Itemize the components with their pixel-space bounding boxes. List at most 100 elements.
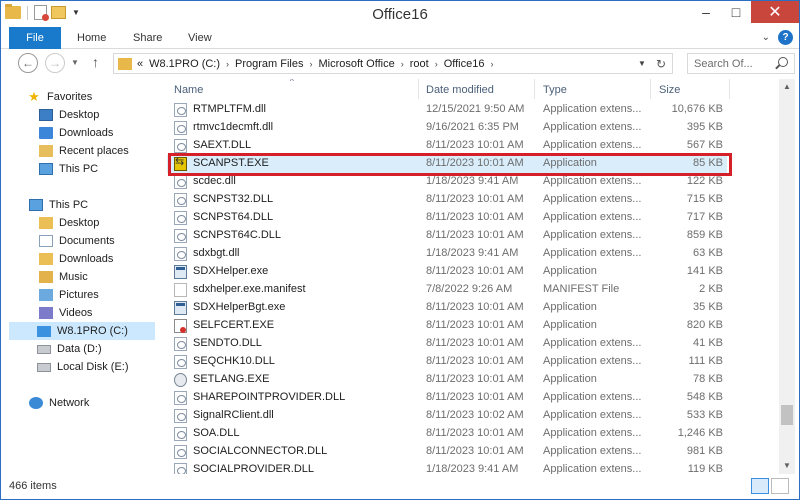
- scroll-up-icon[interactable]: ▲: [779, 79, 795, 95]
- address-dropdown-icon[interactable]: ▼: [638, 59, 646, 68]
- breadcrumb-separator-icon[interactable]: ›: [490, 59, 493, 69]
- column-divider[interactable]: [650, 79, 651, 99]
- file-row[interactable]: SHAREPOINTPROVIDER.DLL 8/11/2023 10:01 AM…: [167, 389, 727, 407]
- search-icon[interactable]: [778, 57, 788, 67]
- large-icons-view-icon[interactable]: [771, 478, 789, 494]
- file-row[interactable]: SCNPST64C.DLL 8/11/2023 10:01 AM Applicati…: [167, 227, 727, 245]
- tab-home[interactable]: Home: [77, 27, 106, 49]
- column-divider[interactable]: [729, 79, 730, 99]
- scroll-down-icon[interactable]: ▼: [779, 458, 795, 474]
- breadcrumb-drive[interactable]: W8.1PRO (C:): [149, 58, 220, 70]
- nav-videos[interactable]: Videos: [39, 304, 92, 322]
- file-name: SELFCERT.EXE: [193, 319, 275, 331]
- file-size: 35 KB: [693, 301, 723, 313]
- breadcrumb-office16[interactable]: Office16: [444, 58, 485, 70]
- nav-drive-c[interactable]: W8.1PRO (C:): [9, 322, 155, 340]
- file-row[interactable]: SEQCHK10.DLL 8/11/2023 10:01 AM Applicatio…: [167, 353, 727, 371]
- forward-button[interactable]: →: [45, 53, 65, 73]
- file-size: 119 KB: [687, 463, 723, 474]
- column-type[interactable]: Type: [543, 84, 567, 96]
- file-row[interactable]: SDXHelper.exe 8/11/2023 10:01 AM Applicati…: [167, 263, 727, 281]
- dll-file-icon: [174, 193, 187, 207]
- file-row[interactable]: SOA.DLL 8/11/2023 10:01 AM Application ext…: [167, 425, 727, 443]
- nav-drive-d[interactable]: Data (D:): [37, 340, 102, 358]
- file-row[interactable]: SENDTO.DLL 8/11/2023 10:01 AM Application …: [167, 335, 727, 353]
- file-row[interactable]: rtmvc1decmft.dll 9/16/2021 6:35 PM Applica…: [167, 119, 727, 137]
- tab-file[interactable]: File: [9, 27, 61, 49]
- dll-file-icon: [174, 229, 187, 243]
- nav-favorites-desktop[interactable]: Desktop: [39, 106, 99, 124]
- tab-share[interactable]: Share: [133, 27, 162, 49]
- file-date-modified: 8/11/2023 10:01 AM: [426, 193, 524, 205]
- breadcrumb-program-files[interactable]: Program Files: [235, 58, 303, 70]
- tab-view[interactable]: View: [188, 27, 212, 49]
- nav-desktop[interactable]: Desktop: [39, 214, 99, 232]
- file-date-modified: 8/11/2023 10:01 AM: [426, 229, 524, 241]
- column-date-modified[interactable]: Date modified: [426, 84, 494, 96]
- file-size: 141 KB: [686, 265, 723, 277]
- file-name: RTMPLTFM.dll: [193, 103, 266, 115]
- file-name: SOA.DLL: [193, 427, 240, 439]
- file-name: SETLANG.EXE: [193, 373, 270, 385]
- nav-documents[interactable]: Documents: [39, 232, 115, 250]
- help-icon[interactable]: ?: [778, 30, 793, 45]
- back-button[interactable]: ←: [18, 53, 38, 73]
- dll-file-icon: [174, 121, 187, 135]
- refresh-icon[interactable]: ↻: [656, 57, 666, 71]
- drive-icon: [37, 362, 51, 372]
- scroll-thumb[interactable]: [781, 405, 793, 425]
- dll-file-icon: [174, 391, 187, 405]
- file-row[interactable]: SETLANG.EXE 8/11/2023 10:01 AM Application…: [167, 371, 727, 389]
- file-type: MANIFEST File: [543, 283, 620, 295]
- recent-locations-dropdown-icon[interactable]: ▼: [71, 58, 79, 67]
- column-size[interactable]: Size: [659, 84, 680, 96]
- breadcrumb-overflow[interactable]: «: [137, 58, 143, 70]
- breadcrumb-separator-icon[interactable]: ›: [401, 59, 404, 69]
- breadcrumb-microsoft-office[interactable]: Microsoft Office: [319, 58, 395, 70]
- close-button[interactable]: ✕: [751, 1, 799, 23]
- file-row[interactable]: SELFCERT.EXE 8/11/2023 10:01 AM Applicatio…: [167, 317, 727, 335]
- file-row[interactable]: SOCIALCONNECTOR.DLL 8/11/2023 10:01 AM App…: [167, 443, 727, 461]
- breadcrumb-root[interactable]: root: [410, 58, 429, 70]
- nav-recent-places[interactable]: Recent places: [39, 142, 129, 160]
- column-divider[interactable]: [534, 79, 535, 99]
- address-bar[interactable]: « W8.1PRO (C:) › Program Files › Microso…: [113, 53, 673, 74]
- file-row[interactable]: SCNPST64.DLL 8/11/2023 10:01 AM Applicatio…: [167, 209, 727, 227]
- file-row[interactable]: RTMPLTFM.dll 12/15/2021 9:50 AM Applicatio…: [167, 101, 727, 119]
- dll-file-icon: [174, 337, 187, 351]
- nav-favorites-this-pc[interactable]: This PC: [39, 160, 98, 178]
- maximize-button[interactable]: □: [721, 1, 751, 23]
- minimize-button[interactable]: –: [691, 1, 721, 23]
- column-name[interactable]: Name: [174, 84, 203, 96]
- nav-favorites-downloads[interactable]: Downloads: [39, 124, 113, 142]
- expand-ribbon-icon[interactable]: ⌄: [762, 32, 770, 43]
- file-size: 395 KB: [686, 121, 723, 133]
- file-row[interactable]: SignalRClient.dll 8/11/2023 10:02 AM Appli…: [167, 407, 727, 425]
- file-row[interactable]: SDXHelperBgt.exe 8/11/2023 10:01 AM Applic…: [167, 299, 727, 317]
- vertical-scrollbar[interactable]: ▲ ▼: [779, 79, 795, 474]
- nav-pictures[interactable]: Pictures: [39, 286, 99, 304]
- file-row[interactable]: sdxbgt.dll 1/18/2023 9:41 AM Application e…: [167, 245, 727, 263]
- file-size: 717 KB: [686, 211, 723, 223]
- file-date-modified: 9/16/2021 6:35 PM: [426, 121, 519, 133]
- up-button[interactable]: ↑: [92, 54, 99, 70]
- breadcrumb-separator-icon[interactable]: ›: [435, 59, 438, 69]
- nav-label: Data (D:): [57, 343, 102, 355]
- nav-drive-e[interactable]: Local Disk (E:): [37, 358, 129, 376]
- search-box[interactable]: Search Of...: [687, 53, 795, 74]
- file-type: Application: [543, 319, 597, 331]
- nav-favorites[interactable]: ★ Favorites: [27, 88, 92, 106]
- file-name: SOCIALPROVIDER.DLL: [193, 463, 315, 474]
- file-row[interactable]: SOCIALPROVIDER.DLL 1/18/2023 9:41 AM Appli…: [167, 461, 727, 474]
- documents-icon: [39, 235, 53, 247]
- breadcrumb-separator-icon[interactable]: ›: [310, 59, 313, 69]
- file-row[interactable]: SCNPST32.DLL 8/11/2023 10:01 AM Applicatio…: [167, 191, 727, 209]
- nav-music[interactable]: Music: [39, 268, 88, 286]
- nav-this-pc[interactable]: This PC: [29, 196, 88, 214]
- details-view-icon[interactable]: [751, 478, 769, 494]
- column-divider[interactable]: [418, 79, 419, 99]
- file-row[interactable]: sdxhelper.exe.manifest 7/8/2022 9:26 AM MA…: [167, 281, 727, 299]
- nav-downloads[interactable]: Downloads: [39, 250, 113, 268]
- breadcrumb-separator-icon[interactable]: ›: [226, 59, 229, 69]
- nav-network[interactable]: Network: [29, 394, 89, 412]
